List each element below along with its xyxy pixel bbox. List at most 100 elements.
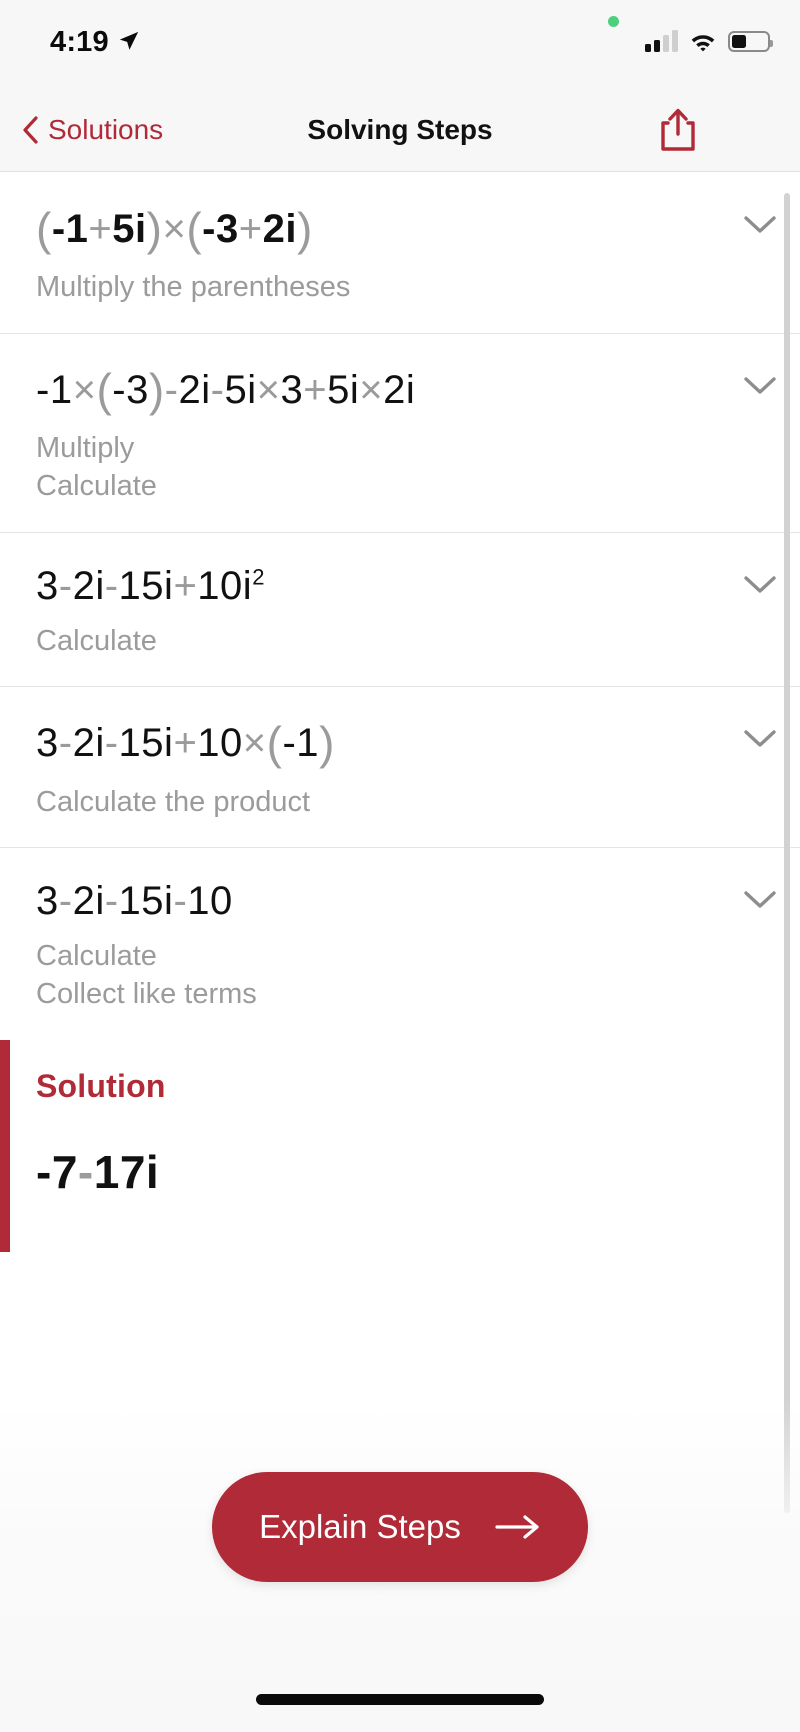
step-hint: Multiply <box>36 432 135 465</box>
expr-token-op: - <box>58 563 73 608</box>
expr-token-num: 10 <box>197 721 243 766</box>
explain-steps-label: Explain Steps <box>259 1508 461 1545</box>
share-button[interactable] <box>648 88 708 172</box>
steps-scroll-area[interactable]: (-1+5i)×(-3+2i) Multiply the parentheses -… <box>0 173 800 1553</box>
chevron-down-icon[interactable] <box>742 213 778 235</box>
explain-steps-button[interactable]: Explain Steps <box>212 1472 588 1582</box>
step-hint: Multiply the parentheses <box>36 271 351 304</box>
step-hint: Calculate <box>36 624 157 657</box>
expr-token-num: -3 <box>202 207 239 251</box>
expr-token-num: -3 <box>112 367 149 412</box>
chevron-down-icon[interactable] <box>742 374 778 396</box>
step-hints: Calculate the product <box>36 768 764 848</box>
expr-token-op: - <box>164 367 179 412</box>
solving-step[interactable]: (-1+5i)×(-3+2i) Multiply the parentheses <box>0 173 800 334</box>
solving-step[interactable]: -1×(-3)-2i-5i×3+5i×2i Multiply Calculate <box>0 334 800 533</box>
status-time: 4:19 <box>50 26 109 58</box>
cellular-signal-icon <box>645 30 678 52</box>
step-hint: Collect like terms <box>36 978 257 1011</box>
step-row: (-1+5i)×(-3+2i) <box>36 173 776 253</box>
expr-token-num: 2i <box>178 367 211 412</box>
solution-section: Solution -7-17i <box>0 1039 800 1252</box>
step-row: 3-2i-15i-10 <box>36 848 776 922</box>
step-expression: 3-2i-15i+10×(-1) <box>36 687 764 767</box>
step-hint: Calculate the product <box>36 785 311 818</box>
expr-token-num: 2i <box>72 563 105 608</box>
wifi-icon <box>691 34 715 51</box>
step-hint: Calculate <box>36 940 157 973</box>
chevron-down-icon[interactable] <box>742 573 778 595</box>
back-button-label: Solutions <box>48 114 164 145</box>
share-icon <box>661 108 695 151</box>
expr-token-num: 2i <box>72 879 105 924</box>
expr-token-op: - <box>58 879 73 924</box>
expr-token-num: -1 <box>282 721 320 766</box>
expr-exponent: 2 <box>252 564 265 590</box>
solving-step[interactable]: 3-2i-15i+10×(-1) Calculate the product <box>0 687 800 849</box>
expr-token-num: -7 <box>36 1145 78 1198</box>
step-hints: Calculate Collect like terms <box>36 922 764 1039</box>
back-button[interactable]: Solutions <box>22 88 163 172</box>
expr-token-op: - <box>77 1145 94 1198</box>
expr-token-op: - <box>210 367 225 412</box>
battery-icon <box>728 30 773 52</box>
status-bar: 4:19 <box>0 0 800 88</box>
location-arrow-icon <box>119 31 139 50</box>
expr-token-par: ( <box>186 203 203 255</box>
expr-token-op: × <box>256 367 281 412</box>
expr-token-op: + <box>88 207 113 251</box>
steps-list: (-1+5i)×(-3+2i) Multiply the parentheses -… <box>0 173 800 1040</box>
cta-container: Explain Steps <box>0 1472 800 1582</box>
arrow-right-icon <box>495 1515 539 1539</box>
chevron-left-icon <box>23 116 38 144</box>
expr-token-par: ) <box>146 203 163 255</box>
solving-step[interactable]: 3-2i-15i-10 Calculate Collect like terms <box>0 848 800 1039</box>
chevron-down-icon[interactable] <box>742 888 778 910</box>
expr-token-num: 15i <box>118 879 174 924</box>
expr-token-num: 3 <box>36 563 59 608</box>
expr-token-par: ( <box>266 717 283 770</box>
app-screen: 4:19 Solutions Solving Steps (-1+5i)×(-3… <box>0 0 800 1732</box>
solution-value: -7-17i <box>36 1105 764 1199</box>
expr-token-par: ) <box>319 717 335 770</box>
solution-title: Solution <box>36 1067 166 1104</box>
step-expression: (-1+5i)×(-3+2i) <box>36 173 764 253</box>
expr-token-par: ( <box>36 203 52 255</box>
solving-step[interactable]: 3-2i-15i+10i2 Calculate <box>0 533 800 688</box>
expr-token-op: + <box>173 721 198 766</box>
expr-token-op: × <box>72 367 97 412</box>
expr-token-num: 10 <box>187 879 233 924</box>
step-expression: 3-2i-15i-10 <box>36 848 764 922</box>
expr-token-op: - <box>58 721 73 766</box>
expr-token-op: - <box>104 879 119 924</box>
expr-token-op: - <box>104 721 119 766</box>
expr-token-num: 15i <box>118 563 174 608</box>
expr-token-op: + <box>238 207 263 251</box>
step-row: 3-2i-15i+10i2 <box>36 533 776 608</box>
expr-token-op: - <box>104 563 119 608</box>
step-row: -1×(-3)-2i-5i×3+5i×2i <box>36 334 776 416</box>
expr-token-num: 2i <box>262 207 297 251</box>
expr-token-num: 3 <box>280 367 304 412</box>
step-hints: Multiply Calculate <box>36 414 764 531</box>
expr-token-num: -1 <box>51 207 89 251</box>
expr-token-op: × <box>162 207 187 251</box>
expr-token-num: 17i <box>93 1145 160 1198</box>
green-recording-dot <box>608 16 619 27</box>
expr-token-num: 3 <box>36 721 59 766</box>
vertical-scrollbar[interactable] <box>784 193 790 1513</box>
expr-token-num: 5i <box>112 207 147 251</box>
expr-token-op: + <box>303 367 328 412</box>
step-hint: Calculate <box>36 469 157 502</box>
expr-token-op: - <box>173 879 188 924</box>
status-icons <box>645 26 773 56</box>
expr-token-num: -1 <box>36 367 73 412</box>
expr-token-num: 15i <box>118 721 174 766</box>
home-indicator-bar <box>256 1694 544 1705</box>
expr-token-par: ) <box>148 363 165 416</box>
step-hints: Calculate <box>36 607 764 687</box>
step-row: 3-2i-15i+10×(-1) <box>36 687 776 767</box>
step-hints: Multiply the parentheses <box>36 253 764 333</box>
expr-token-par: ( <box>96 363 113 416</box>
chevron-down-icon[interactable] <box>742 727 778 749</box>
